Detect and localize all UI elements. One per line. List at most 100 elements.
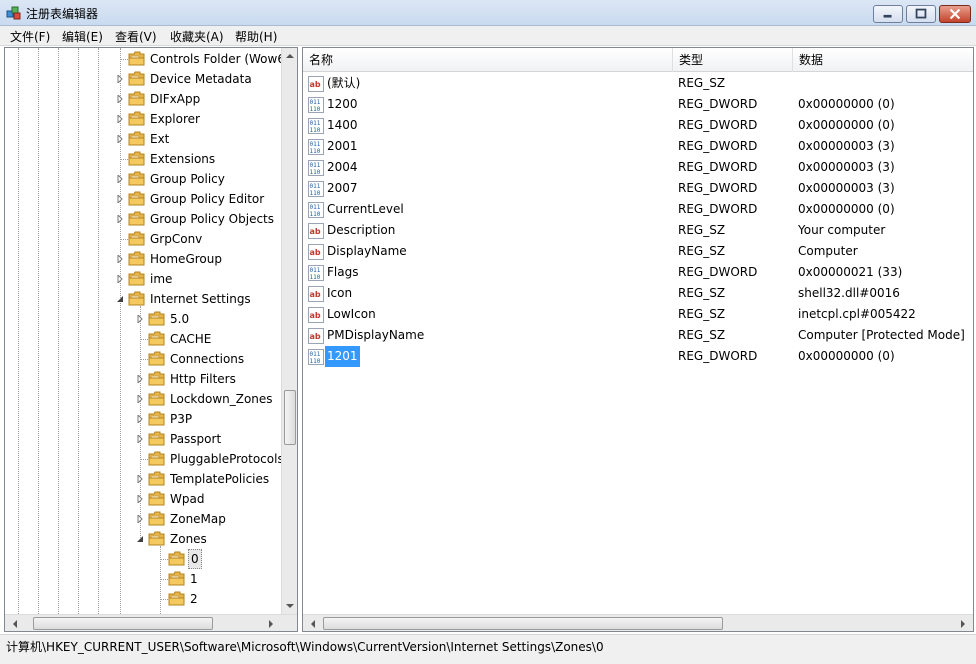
value-name-cell: 1400 (327, 118, 358, 132)
value-data-cell: inetcpl.cpl#005422 (798, 307, 916, 321)
menu-help[interactable]: 帮助(H) (231, 28, 281, 45)
expand-arrow-icon[interactable] (136, 375, 144, 383)
expand-arrow-icon[interactable] (116, 215, 124, 223)
column-data-header[interactable]: 数据 (793, 48, 973, 72)
table-row[interactable]: 011 110 1201 REG_DWORD 0x00000000 (0) (303, 346, 973, 367)
tree-node[interactable]: Lockdown_Zones (136, 389, 281, 409)
list-header: 名称 类型 数据 (303, 48, 973, 72)
tree-node[interactable]: Extensions (116, 149, 281, 169)
table-row[interactable]: ab Icon REG_SZ shell32.dll#0016 (303, 283, 973, 304)
expand-arrow-icon[interactable] (136, 495, 144, 503)
tree-node[interactable]: Wpad (136, 489, 281, 509)
expand-arrow-icon[interactable] (116, 195, 124, 203)
expand-arrow-icon[interactable] (116, 175, 124, 183)
expand-arrow-icon[interactable] (136, 515, 144, 523)
table-row[interactable]: 011 110 2001 REG_DWORD 0x00000003 (3) (303, 136, 973, 157)
expand-arrow-icon[interactable] (116, 115, 124, 123)
menu-view[interactable]: 查看(V) (111, 28, 161, 45)
expand-arrow-icon[interactable] (136, 395, 144, 403)
tree-node[interactable]: 5.0 (136, 309, 281, 329)
table-row[interactable]: ab PMDisplayName REG_SZ Computer [Protected… (303, 325, 973, 346)
table-row[interactable]: ab Description REG_SZ Your computer (303, 220, 973, 241)
table-row[interactable]: 011 110 Flags REG_DWORD 0x00000021 (33) (303, 262, 973, 283)
expand-arrow-icon[interactable] (116, 95, 124, 103)
tree-node-label: HomeGroup (150, 252, 222, 266)
menu-favorites[interactable]: 收藏夹(A) (166, 28, 228, 45)
tree-node[interactable]: Http Filters (136, 369, 281, 389)
scroll-left-icon[interactable] (305, 616, 321, 632)
expand-arrow-icon[interactable] (136, 315, 144, 323)
tree-node[interactable]: Ext (116, 129, 281, 149)
menu-file[interactable]: 文件(F) (6, 28, 54, 45)
expand-arrow-icon[interactable] (116, 75, 124, 83)
table-row[interactable]: ab (默认) REG_SZ (303, 73, 973, 94)
expand-arrow-icon[interactable] (116, 135, 124, 143)
scroll-right-icon[interactable] (263, 616, 279, 632)
tree-node[interactable]: 1 (156, 569, 281, 589)
table-row[interactable]: ab DisplayName REG_SZ Computer (303, 241, 973, 262)
tree-node[interactable]: DIFxApp (116, 89, 281, 109)
tree-node[interactable]: Explorer (116, 109, 281, 129)
scroll-down-icon[interactable] (282, 598, 298, 614)
maximize-button[interactable] (906, 5, 936, 23)
tree-vertical-scrollbar[interactable] (281, 48, 298, 614)
collapse-arrow-icon[interactable] (136, 535, 144, 543)
close-button[interactable] (939, 5, 971, 23)
table-row[interactable]: 011 110 2004 REG_DWORD 0x00000003 (3) (303, 157, 973, 178)
tree-node[interactable]: 0 (156, 549, 281, 569)
collapse-arrow-icon[interactable] (116, 295, 124, 303)
tree-node[interactable]: ZoneMap (136, 509, 281, 529)
table-row[interactable]: 011 110 1400 REG_DWORD 0x00000000 (0) (303, 115, 973, 136)
tree-node[interactable]: Internet Settings (116, 289, 281, 309)
tree-node[interactable]: PluggableProtocols (136, 449, 284, 469)
tree-vertical-scroll-thumb[interactable] (284, 390, 296, 445)
scroll-right-icon[interactable] (955, 616, 971, 632)
tree-node[interactable]: CACHE (136, 329, 281, 349)
tree-node[interactable]: TemplatePolicies (136, 469, 281, 489)
table-row[interactable]: 011 110 CurrentLevel REG_DWORD 0x00000000 (0… (303, 199, 973, 220)
menu-edit[interactable]: 编辑(E) (58, 28, 107, 45)
column-name-header[interactable]: 名称 (303, 48, 673, 72)
tree-node[interactable]: 2 (156, 589, 281, 609)
tree-node[interactable]: Passport (136, 429, 281, 449)
svg-text:011: 011 (310, 183, 321, 190)
tree-node[interactable]: Connections (136, 349, 281, 369)
tree-node[interactable]: Zones (136, 529, 281, 549)
value-name-cell: (默认) (327, 76, 361, 90)
value-type-cell: REG_DWORD (678, 97, 758, 111)
tree-node[interactable]: ime (116, 269, 281, 289)
column-type-header[interactable]: 类型 (673, 48, 793, 72)
tree-node[interactable]: GrpConv (116, 229, 281, 249)
expand-arrow-icon[interactable] (136, 415, 144, 423)
binary-value-icon: 011110 (308, 139, 324, 155)
table-row[interactable]: ab LowIcon REG_SZ inetcpl.cpl#005422 (303, 304, 973, 325)
list-horizontal-scrollbar[interactable] (303, 614, 973, 632)
tree-node-label: Zones (170, 532, 207, 546)
table-row[interactable]: 011 110 2007 REG_DWORD 0x00000003 (3) (303, 178, 973, 199)
title-bar[interactable]: 注册表编辑器 (0, 0, 976, 26)
tree-node[interactable]: P3P (136, 409, 281, 429)
tree-node[interactable]: Controls Folder (Wow6 (116, 49, 285, 69)
tree-node[interactable]: Group Policy Objects (116, 209, 281, 229)
tree-node[interactable]: Group Policy (116, 169, 281, 189)
tree-horizontal-scrollbar[interactable] (5, 614, 297, 632)
key-tree[interactable]: Controls Folder (Wow6 Device Metadata DIFx… (4, 47, 298, 632)
tree-node[interactable]: Device Metadata (116, 69, 281, 89)
value-list[interactable]: 名称 类型 数据 ab (默认) REG_SZ 011 110 1200 REG_DWORD… (302, 47, 974, 632)
expand-arrow-icon[interactable] (136, 475, 144, 483)
tree-node-label: ime (150, 272, 173, 286)
minimize-button[interactable] (873, 5, 903, 23)
tree-node[interactable]: HomeGroup (116, 249, 281, 269)
tree-horizontal-scroll-thumb[interactable] (33, 617, 213, 630)
tree-guide-line (160, 599, 168, 600)
expand-arrow-icon[interactable] (116, 255, 124, 263)
table-row[interactable]: 011 110 1200 REG_DWORD 0x00000000 (0) (303, 94, 973, 115)
value-data-cell: 0x00000000 (0) (798, 202, 895, 216)
list-horizontal-scroll-thumb[interactable] (323, 617, 723, 630)
tree-node[interactable]: Group Policy Editor (116, 189, 281, 209)
tree-node-label: ZoneMap (170, 512, 226, 526)
expand-arrow-icon[interactable] (136, 435, 144, 443)
scroll-left-icon[interactable] (7, 616, 23, 632)
scroll-up-icon[interactable] (282, 48, 298, 64)
expand-arrow-icon[interactable] (116, 275, 124, 283)
